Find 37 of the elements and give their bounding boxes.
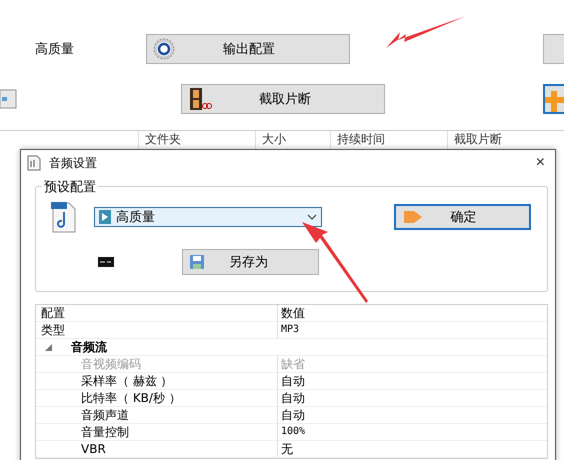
property-name: 音频声道 xyxy=(36,407,278,423)
preset-dropdown[interactable]: 高质量 xyxy=(94,207,322,227)
property-value[interactable]: 自动 xyxy=(278,373,305,389)
film-scissors-icon xyxy=(188,87,212,111)
property-value[interactable]: MP3 xyxy=(278,322,300,338)
music-file-icon xyxy=(50,201,77,233)
property-value[interactable]: 无 xyxy=(278,441,293,457)
expanded-triangle-icon xyxy=(44,344,52,350)
document-icon xyxy=(27,155,41,171)
window-title: 音频设置 xyxy=(49,154,98,172)
property-name: 类型 xyxy=(36,322,278,338)
floppy-icon xyxy=(189,254,205,270)
property-value[interactable]: 100% xyxy=(278,424,306,440)
property-name: 音量控制 xyxy=(36,424,278,440)
property-value[interactable]: 自动 xyxy=(278,407,305,423)
column-header[interactable]: 数值 xyxy=(278,305,305,321)
terminal-icon xyxy=(98,257,114,267)
card-icon xyxy=(0,89,17,109)
column-header[interactable]: 配置 xyxy=(36,305,278,321)
gear-icon xyxy=(153,38,175,60)
property-name: 音视频编码 xyxy=(36,356,278,372)
property-name: 采样率（ 赫兹 ） xyxy=(36,373,278,389)
close-button[interactable]: × xyxy=(532,154,549,172)
property-name: 比特率（ KB/秒 ） xyxy=(36,390,278,406)
ok-button[interactable]: 确定 xyxy=(394,204,531,230)
property-value[interactable]: 自动 xyxy=(278,390,305,406)
output-config-button[interactable]: 输出配置 xyxy=(146,34,350,64)
add-button[interactable] xyxy=(543,84,564,114)
save-as-button[interactable]: 另存为 xyxy=(182,249,319,275)
category-name: 音频流 xyxy=(70,339,107,355)
audio-icon xyxy=(99,210,111,224)
property-name: VBR xyxy=(36,441,278,457)
chevron-icon xyxy=(307,214,317,220)
preset-label: 高质量 xyxy=(34,41,75,58)
arrow-icon xyxy=(402,208,424,226)
group-title: 预设配置 xyxy=(42,178,98,196)
clip-button[interactable]: 截取片断 xyxy=(181,84,385,114)
